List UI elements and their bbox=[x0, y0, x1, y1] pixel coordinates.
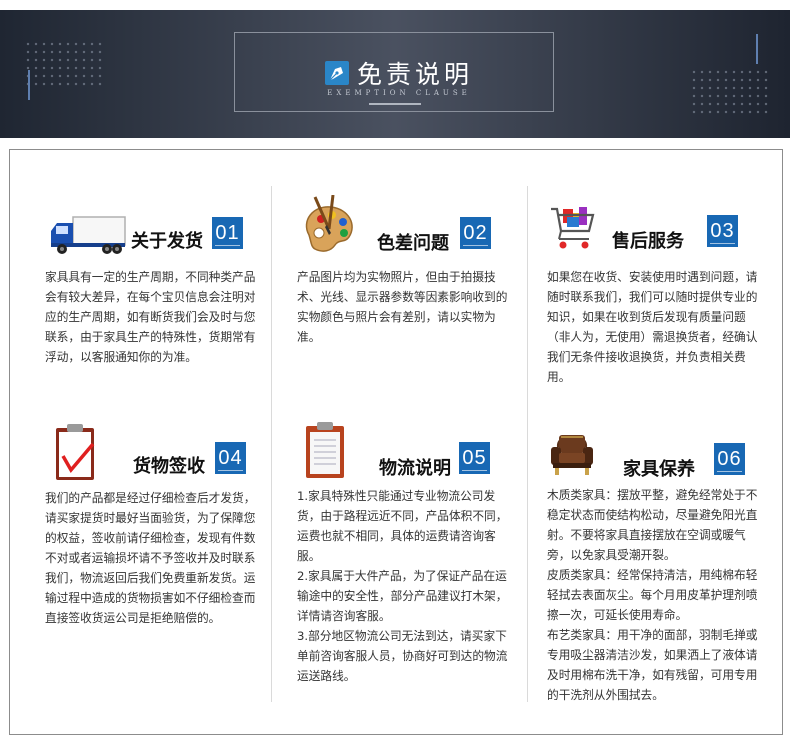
card-paragraph: 3.部分地区物流公司无法到达，请买家下单前咨询客服人员，协商好可到达的物流运送路… bbox=[297, 629, 508, 683]
card-number-badge: 01 bbox=[212, 217, 243, 249]
card-body: 家具具有一定的生产周期，不同种类产品会有较大差异，在每个宝贝信息会注明对应的生产… bbox=[45, 267, 265, 367]
card-paragraph: 布艺类家具：用干净的面部，羽制毛掸或专用吸尘器清洁沙发，如果洒上了液体请及时用棉… bbox=[547, 628, 758, 702]
delivery-truck-icon bbox=[49, 215, 127, 259]
card-furniture-care: 家具保养 06 木质类家具：摆放平整，避免经常处于不稳定状态而使结构松动，尽量避… bbox=[547, 425, 767, 705]
card-number-badge: 04 bbox=[215, 442, 246, 474]
vertical-line-decoration bbox=[756, 34, 758, 64]
card-number-badge: 06 bbox=[714, 443, 745, 475]
card-delivery: 关于发货 01 家具具有一定的生产周期，不同种类产品会有较大差异，在每个宝贝信息… bbox=[45, 205, 265, 367]
column-divider bbox=[271, 186, 272, 416]
card-body: 我们的产品都是经过仔细检查后才发货，请买家提货时最好当面验货，为了保障您的权益，… bbox=[45, 488, 265, 628]
card-paragraph: 2.家具属于大件产品，为了保证产品在运输途中的安全性，部分产品建议打木架，详情请… bbox=[297, 569, 508, 623]
dot-pattern-decoration bbox=[690, 68, 770, 118]
card-paragraph: 木质类家具：摆放平整，避免经常处于不稳定状态而使结构松动，尽量避免阳光直射。不要… bbox=[547, 488, 758, 562]
dot-pattern-decoration bbox=[24, 40, 104, 90]
card-paragraph: 皮质类家具：经常保持清洁，用纯棉布轻轻拭去表面灰尘。每个月用皮革护理剂喷擦一次，… bbox=[547, 568, 758, 622]
checklist-clipboard-icon bbox=[53, 422, 99, 486]
card-body: 如果您在收货、安装使用时遇到问题，请随时联系我们，我们可以随时提供专业的知识，如… bbox=[547, 267, 767, 387]
card-title: 家具保养 bbox=[623, 459, 695, 480]
column-divider bbox=[527, 186, 528, 416]
card-title: 物流说明 bbox=[379, 458, 451, 479]
pen-icon bbox=[325, 61, 349, 85]
card-paragraph: 如果您在收货、安装使用时遇到问题，请随时联系我们，我们可以随时提供专业的知识，如… bbox=[547, 270, 758, 384]
content-frame: 关于发货 01 家具具有一定的生产周期，不同种类产品会有较大差异，在每个宝贝信息… bbox=[9, 149, 783, 735]
card-number-badge: 05 bbox=[459, 442, 490, 474]
page-subtitle: EXEMPTION CLAUSE bbox=[327, 89, 471, 97]
card-title: 售后服务 bbox=[612, 231, 684, 252]
card-body: 木质类家具：摆放平整，避免经常处于不稳定状态而使结构松动，尽量避免阳光直射。不要… bbox=[547, 485, 767, 705]
page-title: 免责说明 bbox=[357, 60, 474, 89]
card-paragraph: 产品图片均为实物照片，但由于拍摄技术、光线、显示器参数等因素影响收到的实物颜色与… bbox=[297, 270, 508, 344]
card-title: 关于发货 bbox=[131, 231, 203, 252]
card-logistics: 物流说明 05 1.家具特殊性只能通过专业物流公司发货，由于路程远近不同，产品体… bbox=[297, 420, 517, 686]
card-after-sales: 售后服务 03 如果您在收货、安装使用时遇到问题，请随时联系我们，我们可以随时提… bbox=[547, 205, 767, 387]
card-number-badge: 03 bbox=[707, 215, 738, 247]
card-paragraph: 1.家具特殊性只能通过专业物流公司发货，由于路程远近不同，产品体积不同，运费也就… bbox=[297, 489, 508, 563]
card-body: 1.家具特殊性只能通过专业物流公司发货，由于路程远近不同，产品体积不同，运费也就… bbox=[297, 486, 517, 686]
title-frame: 免责说明 EXEMPTION CLAUSE bbox=[234, 32, 554, 112]
card-body: 产品图片均为实物照片，但由于拍摄技术、光线、显示器参数等因素影响收到的实物颜色与… bbox=[297, 267, 517, 347]
clipboard-icon bbox=[303, 420, 349, 484]
shopping-cart-icon bbox=[549, 205, 599, 259]
card-color-difference: 色差问题 02 产品图片均为实物照片，但由于拍摄技术、光线、显示器参数等因素影响… bbox=[297, 194, 517, 347]
column-divider bbox=[271, 412, 272, 702]
card-paragraph: 家具具有一定的生产周期，不同种类产品会有较大差异，在每个宝贝信息会注明对应的生产… bbox=[45, 270, 256, 364]
card-title: 货物签收 bbox=[133, 456, 205, 477]
header-banner: 免责说明 EXEMPTION CLAUSE bbox=[0, 10, 790, 138]
vertical-line-decoration bbox=[28, 70, 30, 100]
armchair-icon bbox=[547, 425, 597, 481]
column-divider bbox=[527, 412, 528, 702]
card-paragraph: 我们的产品都是经过仔细检查后才发货，请买家提货时最好当面验货，为了保障您的权益，… bbox=[45, 491, 256, 625]
paint-palette-icon bbox=[299, 194, 359, 265]
card-title: 色差问题 bbox=[377, 233, 449, 254]
card-number-badge: 02 bbox=[460, 217, 491, 249]
card-goods-receipt: 货物签收 04 我们的产品都是经过仔细检查后才发货，请买家提货时最好当面验货，为… bbox=[45, 422, 265, 628]
subtitle-underline bbox=[369, 103, 421, 105]
